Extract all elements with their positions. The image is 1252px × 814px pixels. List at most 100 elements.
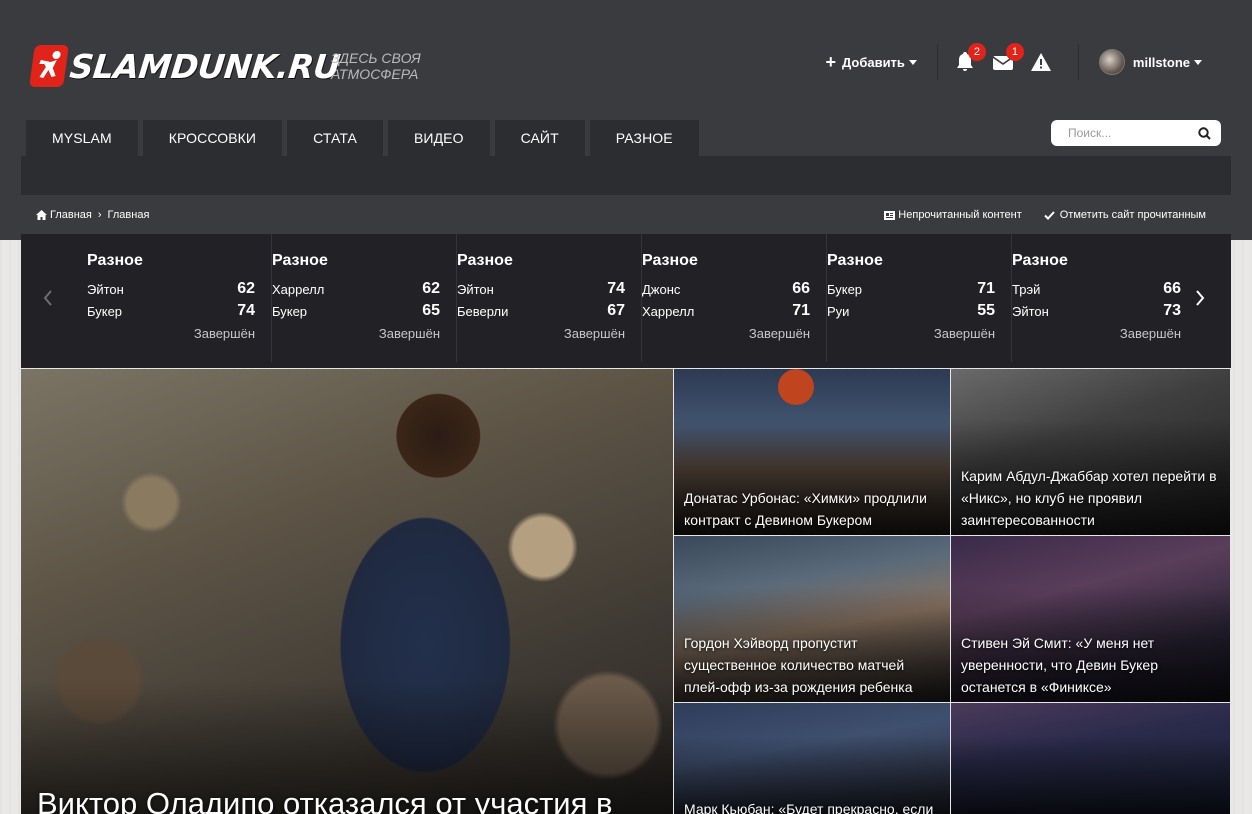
divider [936,44,938,80]
team-score: 62 [237,280,255,297]
score-label: Разное [457,252,513,269]
team-score: 66 [792,280,810,297]
game-status: Завершён [563,326,625,341]
score-card[interactable]: Разное Трэй 66 Эйтон 73 Завершён [1012,234,1197,362]
score-card[interactable]: Разное Эйтон 62 Букер 74 Завершён [87,234,272,362]
article-tile[interactable]: Донатас Урбонас: «Химки» продлили контра… [674,369,950,535]
chevron-down-icon [1194,59,1202,65]
score-label: Разное [827,252,883,269]
score-row: Эйтон 62 [87,278,255,300]
mark-read-label: Отметить сайт прочитанным [1059,209,1206,221]
site-logo[interactable]: SLAMDUNK.RU [29,45,342,87]
article-title[interactable]: Гордон Хэйворд пропустит существенное ко… [684,632,940,698]
search-box [1051,120,1221,146]
breadcrumb-home-label: Главная [50,209,92,221]
newspaper-icon [884,210,896,220]
score-label: Разное [642,252,698,269]
breadcrumb-current[interactable]: Главная [108,209,150,221]
article-tile[interactable]: Гордон Хэйворд пропустит существенное ко… [674,536,950,702]
team-name: Эйтон [457,281,494,297]
score-label: Разное [1012,252,1068,269]
notifications-badge: 2 [967,43,986,61]
game-status: Завершён [378,326,440,341]
nav-item-sneakers[interactable]: КРОССОВКИ [142,120,283,156]
avatar [1098,49,1125,75]
article-tile[interactable]: Карим Абдул-Джаббар хотел перейти в «Ник… [951,369,1230,535]
article-tile[interactable]: Стивен Эй Смит: «У меня нет уверенности,… [951,536,1230,702]
article-tile[interactable] [951,703,1230,814]
team-name: Букер [827,281,863,297]
team-name: Эйтон [1012,303,1049,319]
score-label: Разное [87,252,143,269]
scores-ticker: Разное Эйтон 62 Букер 74 Завершён Разное Х… [21,234,1231,368]
username: millstone [1132,54,1190,70]
divider [1077,44,1079,80]
team-name: Беверли [457,303,509,319]
team-name: Харрелл [642,303,695,319]
chevron-left-icon[interactable] [43,290,53,311]
site-tagline: ЗДЕСЬ СВОЯ АТМОСФЕРА [331,50,421,82]
nav-item-misc[interactable]: РАЗНОЕ [589,120,699,156]
user-bar: + Добавить 2 1 millstone [825,43,1202,80]
breadcrumb: Главная › Главная Непрочитанный контент … [36,207,1206,223]
team-score: 67 [607,302,625,319]
notifications-button[interactable]: 2 [954,43,986,73]
game-status: Завершён [1119,326,1181,341]
mark-read-link[interactable]: Отметить сайт прочитанным [1044,209,1206,221]
team-score: 55 [977,302,995,319]
check-icon [1044,210,1055,220]
team-name: Букер [87,303,123,319]
game-status: Завершён [748,326,810,341]
main-nav: MYSLAM КРОССОВКИ СТАТА ВИДЕО САЙТ РАЗНОЕ [26,120,704,156]
add-content-button[interactable]: + Добавить [825,51,917,73]
score-row: Эйтон 73 [1012,300,1181,322]
article-tile[interactable]: Марк Кьюбан: «Будет прекрасно, если [674,703,950,814]
user-menu[interactable]: millstone [1098,49,1202,75]
article-title[interactable]: Марк Кьюбан: «Будет прекрасно, если [684,798,940,814]
site-header: SLAMDUNK.RU ЗДЕСЬ СВОЯ АТМОСФЕРА + Добав… [0,0,1252,240]
chevron-right-icon[interactable] [1195,290,1205,311]
team-name: Букер [272,303,308,319]
logo-text: SLAMDUNK.RU [67,46,342,86]
tile-shade [951,736,1230,814]
score-label: Разное [272,252,328,269]
nav-item-myslam[interactable]: MYSLAM [26,120,138,156]
plus-icon: + [825,51,836,72]
team-score: 65 [422,302,440,319]
score-row: Букер 65 [272,300,440,322]
score-row: Руи 55 [827,300,995,322]
messages-button[interactable]: 1 [992,43,1024,73]
nav-item-site[interactable]: САЙТ [494,120,585,156]
article-title[interactable]: Стивен Эй Смит: «У меня нет уверенности,… [961,632,1220,698]
sub-navigation [21,156,1231,195]
basketball-image [778,369,814,405]
warning-icon [1030,53,1051,71]
search-icon[interactable] [1198,126,1211,140]
search-input[interactable] [1068,126,1198,140]
score-row: Букер 74 [87,300,255,322]
game-status: Завершён [933,326,995,341]
unread-content-link[interactable]: Непрочитанный контент [884,209,1022,221]
team-name: Трэй [1012,281,1041,297]
score-card[interactable]: Разное Букер 71 Руи 55 Завершён [827,234,1012,362]
breadcrumb-home[interactable]: Главная [36,209,92,221]
article-title[interactable]: Донатас Урбонас: «Химки» продлили контра… [684,487,940,531]
featured-article-title[interactable]: Виктор Оладипо отказался от участия в [37,786,612,814]
team-score: 62 [422,280,440,297]
score-row: Харрелл 71 [642,300,810,322]
article-title[interactable]: Карим Абдул-Джаббар хотел перейти в «Ник… [961,465,1220,531]
team-name: Эйтон [87,281,124,297]
breadcrumb-separator-icon: › [97,209,102,221]
score-card[interactable]: Разное Эйтон 74 Беверли 67 Завершён [457,234,642,362]
score-card[interactable]: Разное Джонс 66 Харрелл 71 Завершён [642,234,827,362]
score-row: Букер 71 [827,278,995,300]
unread-label: Непрочитанный контент [898,209,1022,221]
nav-item-video[interactable]: ВИДЕО [387,120,490,156]
featured-article[interactable]: Виктор Оладипо отказался от участия в [21,369,673,814]
nav-item-stats[interactable]: СТАТА [287,120,383,156]
messages-badge: 1 [1005,43,1024,61]
score-row: Джонс 66 [642,278,810,300]
chevron-down-icon [908,59,917,65]
score-card[interactable]: Разное Харрелл 62 Букер 65 Завершён [272,234,457,362]
reports-button[interactable] [1030,51,1052,73]
